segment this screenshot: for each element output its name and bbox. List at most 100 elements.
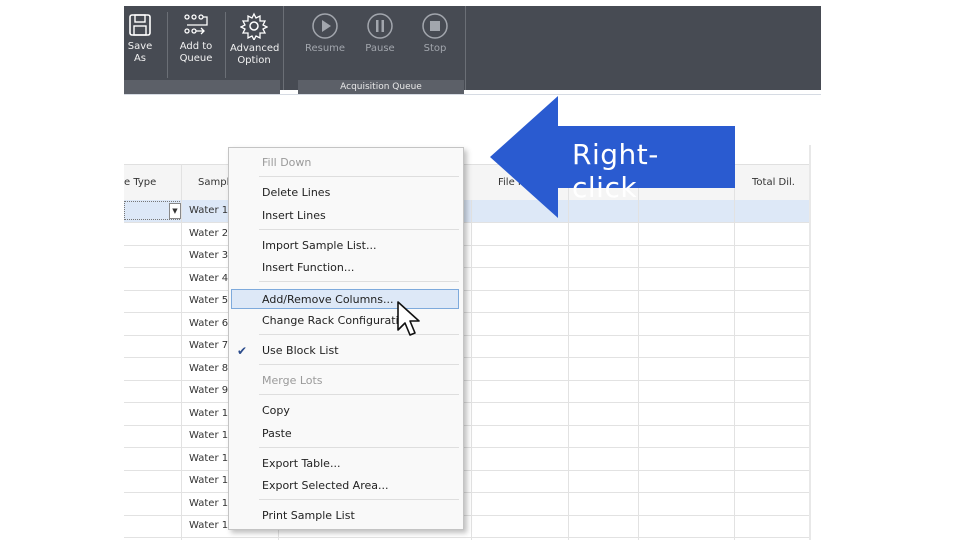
table-row[interactable]: Water 13 [124,470,810,493]
sample-type-cell[interactable] [124,267,182,290]
right-click-callout-text: Right-click [572,138,659,204]
menu-item-label: Insert Function... [262,261,355,274]
save-as-label-1: Save [127,41,153,52]
menu-item-print-sample-list[interactable]: Print Sample List [231,506,459,526]
pause-button[interactable]: Pause [360,12,400,55]
save-icon [129,14,151,36]
menu-item-label: Insert Lines [262,209,326,222]
ribbon-divider [124,94,821,95]
table-row[interactable]: Water 4 [124,267,810,291]
table-row[interactable]: Water 8 [124,357,810,381]
sample-type-cell[interactable] [124,470,182,492]
save-as-button[interactable]: Save As [126,12,154,65]
column-header-sample[interactable]: Sampl [198,165,229,201]
sample-type-cell[interactable] [124,312,182,335]
dropdown-arrow-icon[interactable]: ▼ [169,203,181,219]
sample-type-cell[interactable] [124,402,182,425]
sample-type-cell[interactable] [124,425,182,447]
table-row[interactable]: Water 10 [124,402,810,426]
stop-icon [422,13,448,39]
table-row[interactable]: Water 15 [124,515,810,538]
resume-label: Resume [304,43,346,54]
resume-button[interactable]: Resume [304,12,346,55]
menu-item-label: Paste [262,427,292,440]
menu-item-label: Delete Lines [262,186,331,199]
table-row[interactable]: Water 7 [124,335,810,358]
menu-separator [259,229,459,230]
table-row[interactable]: Water 6 [124,312,810,336]
menu-item-change-rack-configuration[interactable]: Change Rack Configuratio [231,311,459,331]
add-to-queue-icon [184,14,208,35]
menu-item-insert-function[interactable]: Insert Function... [231,258,459,278]
menu-item-label: Import Sample List... [262,239,377,252]
save-as-label-2: As [133,53,147,64]
menu-item-insert-lines[interactable]: Insert Lines [231,206,459,226]
sample-type-cell[interactable] [124,357,182,380]
menu-separator [259,281,459,282]
sample-type-cell[interactable] [124,245,182,267]
stop-label: Stop [423,43,447,54]
column-header-total-dil[interactable]: Total Dil. [752,165,795,201]
menu-item-use-block-list[interactable]: ✔ Use Block List [231,341,459,361]
table-row[interactable]: Water 12 [124,447,810,471]
menu-item-label: Change Rack Configuratio [262,314,406,327]
checkmark-icon: ✔ [237,344,248,358]
menu-item-merge-lots[interactable]: Merge Lots [231,371,459,391]
menu-separator [259,364,459,365]
ribbon-separator [225,12,226,78]
menu-separator [259,447,459,448]
sample-type-cell[interactable] [124,380,182,402]
menu-item-import-sample-list[interactable]: Import Sample List... [231,236,459,256]
menu-item-delete-lines[interactable]: Delete Lines [231,183,459,203]
mouse-pointer-icon [397,301,420,336]
sample-type-cell[interactable] [124,290,182,312]
column-divider [181,164,182,540]
menu-item-label: Print Sample List [262,509,355,522]
ribbon-group-label-bar [124,80,280,94]
sample-type-cell[interactable] [124,492,182,515]
add-to-queue-label-1: Add to [179,41,213,52]
column-divider [568,164,569,540]
table-row[interactable]: Water 5 [124,290,810,313]
stop-button[interactable]: Stop [416,12,454,55]
menu-item-copy[interactable]: Copy [231,401,459,421]
sample-type-cell[interactable]: ▼ [124,200,182,222]
menu-item-label: Fill Down [262,156,312,169]
advanced-option-label-2: Option [237,55,271,66]
acquisition-queue-group-label: Acquisition Queue [298,80,464,94]
sample-type-cell[interactable] [124,447,182,470]
add-to-queue-label-2: Queue [179,53,213,64]
menu-separator [259,394,459,395]
sample-type-cell[interactable] [124,515,182,537]
table-row[interactable]: Water 2 [124,222,810,246]
pause-icon [367,13,393,39]
table-row[interactable]: Water 9 [124,380,810,403]
ribbon-separator [283,6,284,90]
sample-type-cell[interactable] [124,222,182,245]
menu-separator [259,176,459,177]
advanced-option-button[interactable]: Advanced Option [230,12,280,67]
column-divider [471,200,472,540]
menu-item-label: Export Table... [262,457,341,470]
window-edge [809,145,811,540]
menu-item-export-selected-area[interactable]: Export Selected Area... [231,476,459,496]
table-row[interactable]: Water 14 [124,492,810,516]
menu-item-export-table[interactable]: Export Table... [231,454,459,474]
table-row[interactable]: Water 11 [124,425,810,448]
menu-item-label: Export Selected Area... [262,479,389,492]
menu-item-paste[interactable]: Paste [231,424,459,444]
ribbon-separator [167,12,168,78]
menu-item-label: Copy [262,404,290,417]
menu-item-label: Add/Remove Columns... [262,293,394,306]
menu-item-fill-down[interactable]: Fill Down [231,153,459,173]
table-row[interactable]: Water 3 [124,245,810,268]
menu-item-label: Merge Lots [262,374,323,387]
column-divider [734,164,735,540]
menu-item-add-remove-columns[interactable]: Add/Remove Columns... [231,289,459,309]
sample-type-cell[interactable] [124,335,182,357]
advanced-option-label-1: Advanced [230,43,280,54]
menu-separator [259,499,459,500]
play-icon [312,13,338,39]
column-header-sample-type[interactable]: e Type [124,165,156,201]
add-to-queue-button[interactable]: Add to Queue [176,12,216,65]
